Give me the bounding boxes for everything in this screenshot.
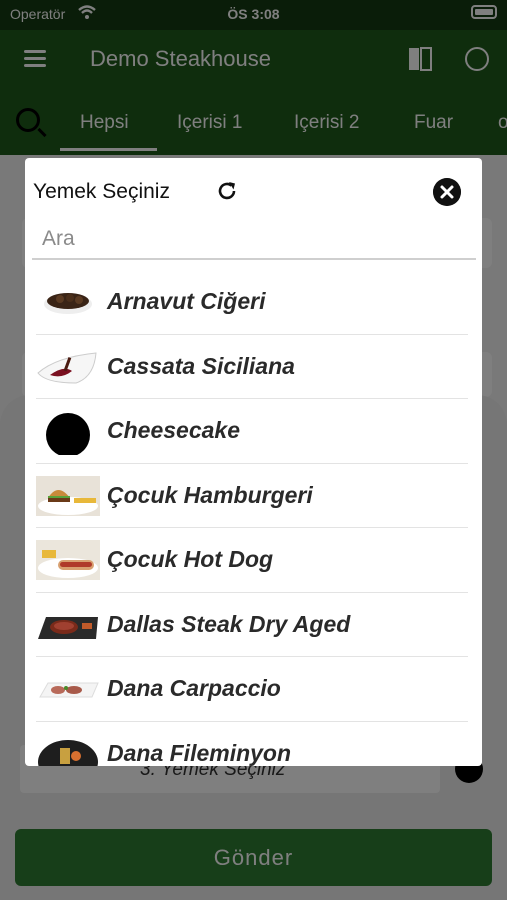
black-circle-icon <box>46 413 90 455</box>
liver-dish-icon <box>44 293 92 314</box>
carpaccio-plate-icon <box>39 682 99 698</box>
list-item[interactable]: Çocuk Hamburgeri <box>36 464 468 528</box>
search-input[interactable] <box>32 220 476 260</box>
meal-picker-dialog: Yemek Seçiniz Arnavut Ciğeri Cassata Sic… <box>25 158 482 766</box>
list-item[interactable]: Cheesecake <box>36 399 468 464</box>
burger-plate-icon <box>36 475 100 516</box>
refresh-icon[interactable] <box>216 180 238 202</box>
item-label: Cheesecake <box>107 417 240 443</box>
list-item[interactable]: Cassata Siciliana <box>36 335 468 399</box>
close-icon[interactable] <box>433 178 461 206</box>
list-item[interactable]: Dana Fileminyon <box>36 722 468 766</box>
list-item[interactable]: Dana Carpaccio <box>36 657 468 722</box>
meal-list: Arnavut Ciğeri Cassata Siciliana Cheesec… <box>36 270 468 766</box>
hotdog-plate-icon <box>36 540 100 580</box>
item-label: Dana Fileminyon <box>107 739 292 766</box>
list-item[interactable]: Çocuk Hot Dog <box>36 528 468 593</box>
item-label: Dana Carpaccio <box>107 675 281 701</box>
item-label: Çocuk Hot Dog <box>107 546 274 572</box>
dessert-plate-icon <box>37 351 97 384</box>
fillet-plate-icon <box>38 739 98 766</box>
list-item[interactable]: Dallas Steak Dry Aged <box>36 593 468 657</box>
item-label: Dallas Steak Dry Aged <box>107 610 351 637</box>
item-label: Arnavut Ciğeri <box>107 288 266 314</box>
list-item[interactable]: Arnavut Ciğeri <box>36 270 468 335</box>
dialog-title: Yemek Seçiniz <box>33 180 170 203</box>
steak-board-icon <box>38 616 98 639</box>
item-label: Cassata Siciliana <box>107 352 295 379</box>
item-label: Çocuk Hamburgeri <box>107 481 313 508</box>
